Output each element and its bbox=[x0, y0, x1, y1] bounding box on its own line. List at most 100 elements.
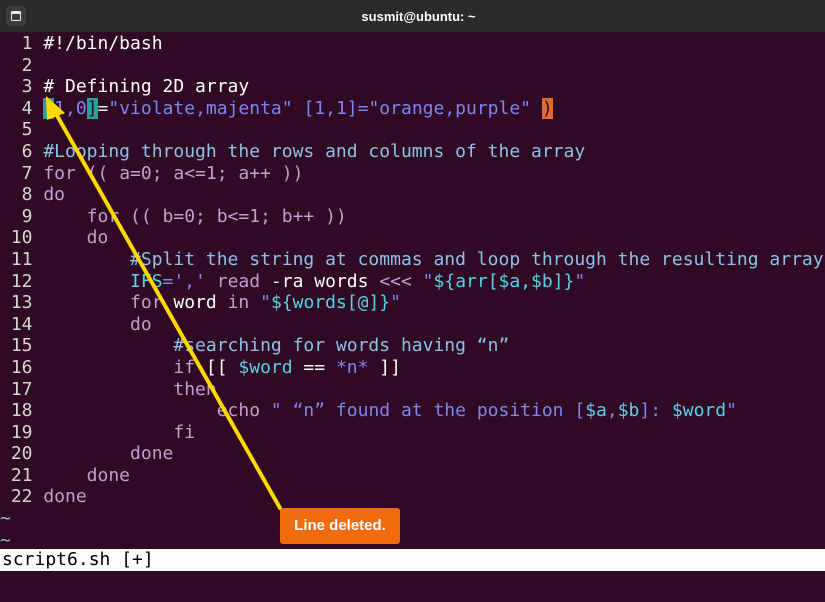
code-line[interactable]: 7 for (( a=0; a<=1; a++ )) bbox=[0, 163, 825, 185]
code-token: "orange,purple" bbox=[368, 97, 532, 119]
gutter-space bbox=[33, 271, 44, 293]
code-line[interactable]: 16 if [[ $word == *n* ]] bbox=[0, 357, 825, 379]
code-line[interactable]: 12 IFS=',' read -ra words <<< "${arr[$a,… bbox=[0, 271, 825, 293]
code-line[interactable]: 5 bbox=[0, 119, 825, 141]
empty-buffer-marker: ~ bbox=[0, 529, 11, 551]
code-line[interactable]: 3 # Defining 2D array bbox=[0, 76, 825, 98]
code-token: for bbox=[43, 162, 76, 184]
gutter-space bbox=[33, 292, 44, 314]
code-token: $a bbox=[585, 400, 607, 422]
gutter-space bbox=[33, 400, 44, 422]
gutter-space bbox=[33, 206, 44, 228]
vim-editor-buffer[interactable]: 1 #!/bin/bash 2 3 # Defining 2D array 4 [1… bbox=[0, 33, 825, 551]
code-token: IFS bbox=[130, 270, 163, 292]
code-token: words bbox=[303, 270, 369, 292]
code-token: = bbox=[97, 97, 109, 119]
code-token: echo bbox=[43, 400, 261, 422]
code-token: fi bbox=[43, 421, 196, 443]
gutter-space bbox=[33, 443, 44, 465]
code-line[interactable]: 1 #!/bin/bash bbox=[0, 33, 825, 55]
code-line[interactable]: 17 then bbox=[0, 379, 825, 401]
gutter-space bbox=[33, 314, 44, 336]
line-number: 5 bbox=[21, 119, 33, 141]
code-token: ${words[@]} bbox=[270, 292, 391, 314]
code-token: ) bbox=[541, 97, 553, 119]
code-token: [1,1]= bbox=[292, 97, 369, 119]
gutter-space bbox=[33, 163, 44, 185]
code-line[interactable]: 4 [1,0]="violate,majenta" [1,1]="orange,… bbox=[0, 97, 825, 120]
code-line[interactable]: 14 do bbox=[0, 314, 825, 336]
code-token: done bbox=[43, 443, 174, 465]
code-token: $word bbox=[238, 356, 293, 378]
code-line[interactable]: 11 #Split the string at commas and loop … bbox=[0, 249, 825, 271]
code-line[interactable]: 22 done bbox=[0, 486, 825, 508]
code-token: then bbox=[43, 378, 217, 400]
code-token: " “n” found at the position [ bbox=[260, 400, 586, 422]
code-token: 1,0 bbox=[54, 97, 87, 119]
command-line-area[interactable] bbox=[0, 571, 825, 602]
gutter-space bbox=[33, 119, 44, 141]
code-token: done bbox=[43, 486, 87, 508]
code-token: do bbox=[43, 227, 109, 249]
code-token: for bbox=[43, 292, 163, 314]
code-line[interactable]: 20 done bbox=[0, 443, 825, 465]
code-token: ${arr[$a,$b]} bbox=[433, 270, 575, 292]
code-line[interactable]: 18 echo " “n” found at the position [$a,… bbox=[0, 400, 825, 422]
line-number: 12 bbox=[10, 270, 33, 292]
code-token: #Looping through the rows and columns of… bbox=[43, 140, 586, 162]
code-token: #Split the string at commas and loop thr… bbox=[43, 248, 824, 270]
code-token: "violate,majenta" bbox=[108, 97, 293, 119]
code-token: # Defining 2D array bbox=[43, 76, 250, 98]
gutter-space bbox=[33, 465, 44, 487]
code-token: " bbox=[422, 270, 434, 292]
gutter-space bbox=[33, 357, 44, 379]
line-number: 9 bbox=[21, 205, 33, 227]
line-number: 20 bbox=[10, 443, 33, 465]
line-number: 22 bbox=[10, 486, 33, 508]
gutter-space bbox=[33, 486, 44, 508]
line-number: 15 bbox=[10, 335, 33, 357]
gutter-space bbox=[33, 55, 44, 77]
code-token: <<< bbox=[368, 270, 423, 292]
code-line[interactable]: 2 bbox=[0, 55, 825, 77]
line-number: 6 bbox=[21, 140, 33, 162]
code-line[interactable]: 9 for (( b=0; b<=1; b++ )) bbox=[0, 206, 825, 228]
code-token: #searching for words having “n” bbox=[43, 335, 510, 357]
code-token: if bbox=[43, 356, 196, 378]
line-number: 1 bbox=[21, 33, 33, 54]
code-token: do bbox=[43, 184, 66, 206]
gutter-space bbox=[33, 422, 44, 444]
code-line[interactable]: 13 for word in "${words[@]}" bbox=[0, 292, 825, 314]
code-token: " bbox=[726, 400, 737, 422]
code-token: " bbox=[390, 292, 401, 314]
code-line[interactable]: 6 #Looping through the rows and columns … bbox=[0, 141, 825, 163]
gutter-space bbox=[33, 33, 44, 55]
code-token: done bbox=[43, 464, 131, 486]
code-token: *n* bbox=[335, 356, 369, 378]
code-line[interactable]: 10 do bbox=[0, 227, 825, 249]
line-number: 10 bbox=[10, 227, 33, 249]
code-token: #!/bin/bash bbox=[43, 33, 163, 54]
gutter-space bbox=[33, 184, 44, 206]
line-number: 7 bbox=[21, 162, 33, 184]
code-token: ] bbox=[86, 97, 98, 119]
code-token: do bbox=[43, 313, 152, 335]
line-number: 3 bbox=[21, 76, 33, 98]
code-line[interactable]: 21 done bbox=[0, 465, 825, 487]
line-number: 13 bbox=[10, 292, 33, 314]
line-number: 4 bbox=[21, 97, 33, 119]
code-token: ]: bbox=[639, 400, 672, 422]
vim-status-line: script6.sh [+] bbox=[0, 549, 825, 571]
gutter-space bbox=[33, 227, 44, 249]
code-line[interactable]: 15 #searching for words having “n” bbox=[0, 335, 825, 357]
code-token: " bbox=[260, 292, 271, 314]
code-line[interactable]: 8 do bbox=[0, 184, 825, 206]
code-token: == bbox=[292, 356, 336, 378]
code-token: " bbox=[574, 270, 586, 292]
line-number: 19 bbox=[10, 421, 33, 443]
code-line[interactable]: 19 fi bbox=[0, 422, 825, 444]
line-number: 8 bbox=[21, 184, 33, 206]
code-token: $word bbox=[671, 400, 727, 422]
